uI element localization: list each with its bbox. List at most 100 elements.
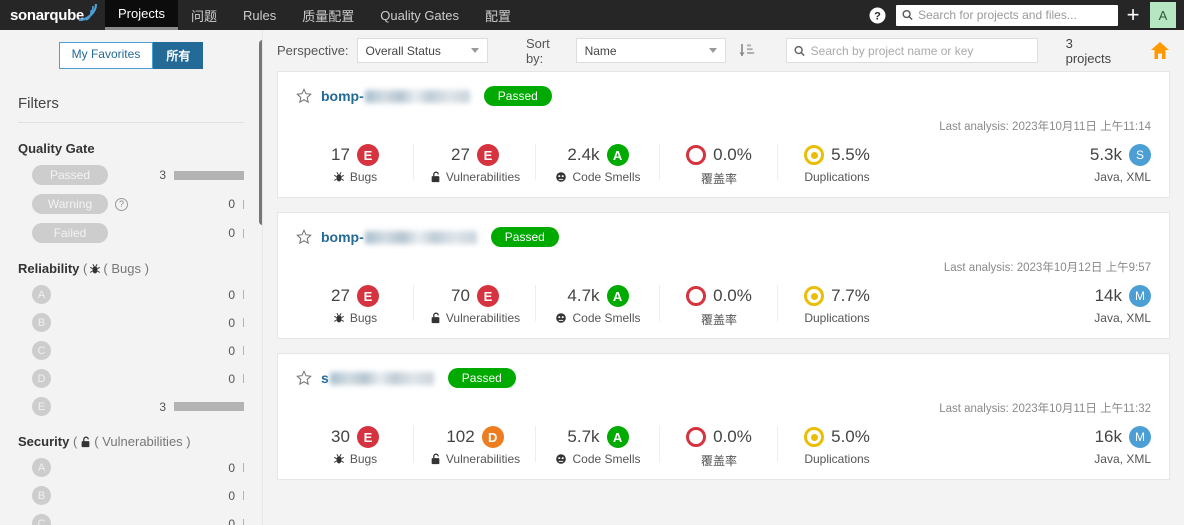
- metric-vulnerabilities[interactable]: 70 E Vulnerabilities: [414, 283, 536, 325]
- sort-by-select[interactable]: Name: [576, 38, 726, 63]
- facet-row-security-c[interactable]: C 0: [18, 514, 244, 525]
- nav-label: Quality Gates: [380, 8, 459, 23]
- metric-coverage[interactable]: 0.0% 覆盖率: [660, 142, 778, 187]
- global-search-input[interactable]: [918, 8, 1112, 22]
- favorite-star-icon[interactable]: [296, 370, 312, 386]
- metric-bugs[interactable]: 27 E: [296, 283, 414, 325]
- last-analysis-text: Last analysis: 2023年10月11日 上午11:32: [296, 400, 1151, 416]
- favorite-star-icon[interactable]: [296, 88, 312, 104]
- gate-pill-passed: Passed: [32, 165, 108, 185]
- metric-value-row: 14k M: [1095, 283, 1151, 309]
- nav-label: Rules: [243, 8, 276, 23]
- favorite-star-icon[interactable]: [296, 229, 312, 245]
- rating-badge: A: [607, 426, 629, 448]
- nav-item-issues[interactable]: 问题: [178, 0, 230, 30]
- facet-bar: [243, 229, 244, 238]
- gate-pill-warning: Warning: [32, 194, 108, 214]
- facet-row-reliability-b[interactable]: B 0: [18, 313, 244, 332]
- facet-label: Quality Gate: [18, 141, 95, 156]
- facet-row-security-b[interactable]: B 0: [18, 486, 244, 505]
- facet-count-group: 0: [228, 197, 244, 211]
- nav-item-rules[interactable]: Rules: [230, 0, 289, 30]
- perspective-value: Overall Status: [366, 44, 441, 58]
- metric-vulnerabilities[interactable]: 102 D Vulnerabilities: [414, 424, 536, 466]
- metric-label-row: 覆盖率: [701, 170, 737, 187]
- avatar-initial: A: [1159, 8, 1168, 23]
- help-icon[interactable]: ?: [864, 0, 890, 30]
- metric-label: Vulnerabilities: [446, 311, 520, 325]
- metric-size[interactable]: 14k M Java, XML: [1088, 283, 1151, 325]
- project-card[interactable]: bomp- Passed Last analysis: 2023年10月11日 …: [277, 71, 1170, 198]
- facet-row-reliability-e[interactable]: E 3: [18, 397, 244, 416]
- warning-help-icon[interactable]: ?: [115, 198, 128, 211]
- project-name-redacted: [365, 231, 477, 244]
- facet-row-reliability-d[interactable]: D 0: [18, 369, 244, 388]
- metric-size[interactable]: 5.3k S Java, XML: [1084, 142, 1151, 184]
- metric-label: Duplications: [804, 170, 869, 184]
- metric-size[interactable]: 16k M Java, XML: [1088, 424, 1151, 466]
- plus-icon: +: [1127, 2, 1140, 28]
- facet-row-security-a[interactable]: A 0: [18, 458, 244, 477]
- nav-right-group: ? + A: [864, 0, 1184, 30]
- metric-coverage[interactable]: 0.0% 覆盖率: [660, 424, 778, 469]
- project-name-link[interactable]: bomp-: [321, 229, 477, 245]
- nav-item-quality-gates[interactable]: Quality Gates: [367, 0, 472, 30]
- facet-row-gate-warning[interactable]: Warning ? 0: [18, 194, 244, 214]
- metric-vulnerabilities[interactable]: 27 E Vulnerabilities: [414, 142, 536, 184]
- nav-item-quality-profiles[interactable]: 质量配置: [289, 0, 367, 30]
- nav-item-administration[interactable]: 配置: [472, 0, 524, 30]
- facet-count: 0: [228, 517, 235, 525]
- facet-row-reliability-a[interactable]: A 0: [18, 285, 244, 304]
- project-name-link[interactable]: bomp-: [321, 88, 470, 104]
- project-name-redacted: [365, 90, 470, 103]
- user-avatar[interactable]: A: [1150, 2, 1176, 28]
- metric-code-smells[interactable]: 2.4k A Code Smells: [536, 142, 660, 184]
- all-projects-button[interactable]: 所有: [153, 42, 203, 69]
- metric-label: Java, XML: [1094, 452, 1151, 466]
- facet-count-group: 0: [228, 226, 244, 240]
- chevron-down-icon: [471, 48, 479, 53]
- project-search-input[interactable]: [811, 44, 1030, 58]
- my-favorites-button[interactable]: My Favorites: [59, 42, 154, 69]
- project-count-label: 3 projects: [1066, 36, 1118, 66]
- facet-count: 0: [228, 489, 235, 503]
- facet-subtitle-text: ( Bugs ): [103, 261, 149, 276]
- facet-count-group: 0: [228, 461, 244, 475]
- metric-duplications[interactable]: 5.0% Duplications: [778, 424, 896, 466]
- home-icon[interactable]: [1150, 41, 1170, 60]
- project-search-box[interactable]: [786, 38, 1038, 63]
- chevron-down-icon: [709, 48, 717, 53]
- global-search-box[interactable]: [896, 5, 1118, 26]
- facet-bar: [174, 171, 244, 180]
- metric-coverage[interactable]: 0.0% 覆盖率: [660, 283, 778, 328]
- metric-bugs[interactable]: 17 E: [296, 142, 414, 184]
- sort-ascending-icon[interactable]: [738, 42, 756, 60]
- project-name-link[interactable]: s: [321, 370, 434, 386]
- facet-row-gate-passed[interactable]: Passed 3: [18, 165, 244, 185]
- metric-value-row: 5.0%: [804, 424, 870, 450]
- metric-code-smells[interactable]: 5.7k A Code Smells: [536, 424, 660, 466]
- metric-value: 0.0%: [713, 145, 752, 165]
- metric-code-smells[interactable]: 4.7k A Code Smells: [536, 283, 660, 325]
- project-card[interactable]: bomp- Passed Last analysis: 2023年10月12日 …: [277, 212, 1170, 339]
- facet-row-gate-failed[interactable]: Failed 0: [18, 223, 244, 243]
- perspective-select[interactable]: Overall Status: [357, 38, 488, 63]
- quality-gate-status-badge: Passed: [484, 86, 552, 106]
- metric-label: Bugs: [350, 170, 377, 184]
- project-card-header: bomp- Passed: [296, 227, 1151, 247]
- metric-bugs[interactable]: 30 E: [296, 424, 414, 466]
- nav-item-projects[interactable]: Projects: [105, 0, 178, 30]
- coverage-ring-icon: [686, 145, 706, 165]
- metric-duplications[interactable]: 5.5% Duplications: [778, 142, 896, 184]
- create-new-button[interactable]: +: [1118, 0, 1148, 30]
- bug-icon: [333, 453, 345, 465]
- metric-value-row: 27 E: [331, 283, 379, 309]
- metric-label-row: Bugs: [333, 311, 377, 325]
- sonarqube-logo[interactable]: sonarqube: [0, 0, 105, 30]
- project-card[interactable]: s Passed Last analysis: 2023年10月11日 上午11…: [277, 353, 1170, 480]
- metric-value-row: 5.3k S: [1090, 142, 1151, 168]
- metric-label: Vulnerabilities: [446, 452, 520, 466]
- facet-row-reliability-c[interactable]: C 0: [18, 341, 244, 360]
- metric-duplications[interactable]: 7.7% Duplications: [778, 283, 896, 325]
- metric-label-row: Java, XML: [1094, 452, 1151, 466]
